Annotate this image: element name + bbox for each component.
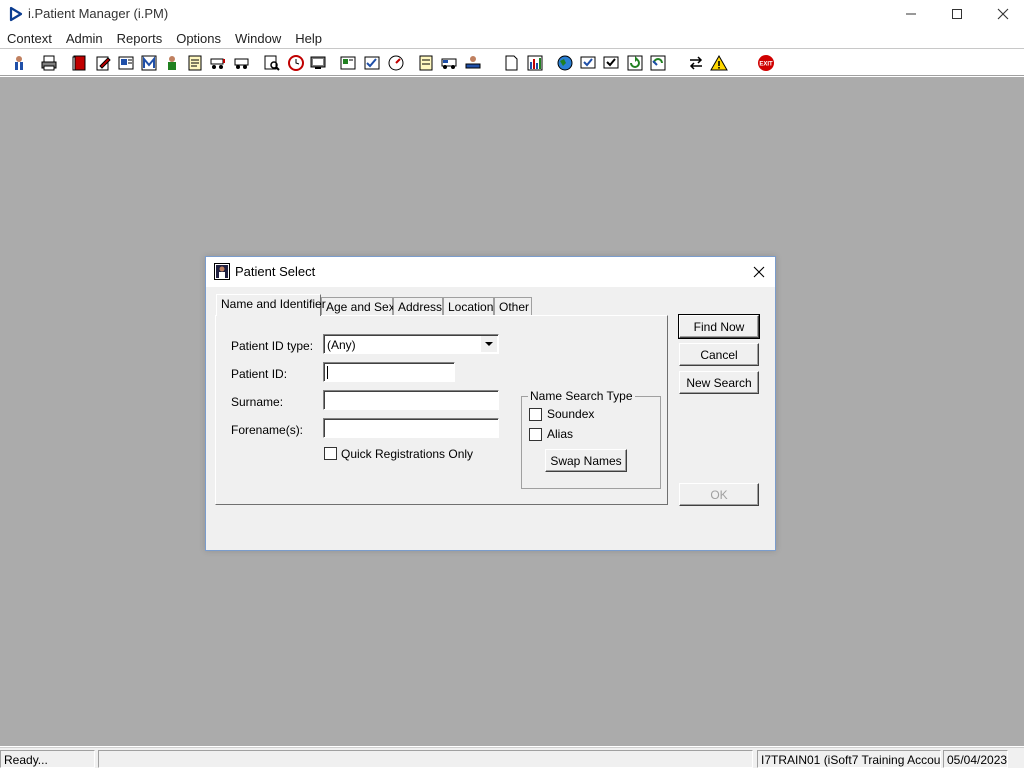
maximize-icon (952, 9, 962, 19)
status-bar: Ready... I7TRAIN01 (iSoft7 Training Acco… (0, 747, 1024, 768)
ambulance-icon[interactable] (438, 52, 460, 74)
exit-icon[interactable]: EXIT (755, 52, 777, 74)
surname-input[interactable] (323, 390, 499, 410)
status-message (98, 750, 753, 768)
quick-registrations-checkbox[interactable] (324, 447, 337, 460)
person-icon[interactable] (161, 52, 183, 74)
tab-other[interactable]: Other (494, 297, 532, 316)
edit-icon[interactable] (92, 52, 114, 74)
tab-panel: Patient ID type: (Any) Patient ID: Surna… (215, 315, 668, 505)
menu-admin[interactable]: Admin (59, 28, 110, 48)
text-caret (327, 366, 328, 379)
search-doc-icon[interactable] (261, 52, 283, 74)
close-icon (997, 8, 1009, 20)
tab-age-and-sex[interactable]: Age and Sex (321, 297, 395, 316)
quick-registrations-label[interactable]: Quick Registrations Only (341, 447, 473, 461)
bed-icon[interactable] (462, 52, 484, 74)
sync-icon[interactable] (647, 52, 669, 74)
status-date: 05/04/2023 (943, 750, 1008, 768)
clock-icon[interactable] (285, 52, 307, 74)
printer-icon[interactable] (38, 52, 60, 74)
forenames-label: Forename(s): (231, 423, 304, 437)
patient-icon[interactable] (8, 52, 30, 74)
close-icon (753, 266, 765, 278)
minimize-button[interactable] (888, 0, 934, 28)
bar-chart-icon[interactable] (524, 52, 546, 74)
name-search-type-title: Name Search Type (528, 389, 635, 403)
dialog-close-button[interactable] (749, 262, 769, 282)
soundex-label[interactable]: Soundex (547, 407, 594, 421)
exit-icon-label: EXIT (759, 62, 773, 68)
page-icon[interactable] (500, 52, 522, 74)
patient-id-type-value: (Any) (327, 338, 356, 352)
patient-select-dialog: Patient Select Name and Identifier Age a… (205, 256, 776, 551)
doc-view-icon[interactable] (337, 52, 359, 74)
patient-id-input[interactable] (323, 362, 455, 382)
app-title: i.Patient Manager (i.PM) (28, 6, 169, 21)
patient-id-label: Patient ID: (231, 367, 288, 381)
list-icon[interactable] (115, 52, 137, 74)
dialog-titlebar: Patient Select (206, 257, 775, 287)
task-icon[interactable] (577, 52, 599, 74)
menu-help[interactable]: Help (288, 28, 329, 48)
cancel-button[interactable]: Cancel (679, 343, 759, 366)
new-search-button[interactable]: New Search (679, 371, 759, 394)
maximize-button[interactable] (934, 0, 980, 28)
menu-context[interactable]: Context (0, 28, 59, 48)
notes-icon[interactable] (415, 52, 437, 74)
compass-icon[interactable] (385, 52, 407, 74)
warning-icon[interactable] (708, 52, 730, 74)
alias-label[interactable]: Alias (547, 427, 573, 441)
menu-options[interactable]: Options (169, 28, 228, 48)
toolbar: EXIT (0, 48, 1024, 76)
transport-icon[interactable] (231, 52, 253, 74)
globe-icon[interactable] (554, 52, 576, 74)
menu-reports[interactable]: Reports (110, 28, 170, 48)
tab-location[interactable]: Location (443, 297, 494, 316)
app-titlebar: i.Patient Manager (i.PM) (0, 0, 1024, 28)
wheelchair-icon[interactable] (207, 52, 229, 74)
chevron-down-icon[interactable] (481, 336, 497, 352)
doc-check-icon[interactable] (361, 52, 383, 74)
menu-bar: Context Admin Reports Options Window Hel… (0, 28, 1024, 48)
patient-id-type-select[interactable]: (Any) (323, 334, 499, 354)
swap-names-button[interactable]: Swap Names (545, 449, 627, 472)
app-play-icon (8, 6, 24, 22)
close-window-button[interactable] (980, 0, 1024, 28)
soundex-checkbox[interactable] (529, 408, 542, 421)
m-icon[interactable] (138, 52, 160, 74)
task-edit-icon[interactable] (600, 52, 622, 74)
find-now-button[interactable]: Find Now (678, 314, 760, 339)
ok-button[interactable]: OK (679, 483, 759, 506)
menu-window[interactable]: Window (228, 28, 288, 48)
name-search-type-group: Name Search Type Soundex Alias Swap Name… (521, 389, 661, 489)
alias-checkbox[interactable] (529, 428, 542, 441)
notepad-icon[interactable] (184, 52, 206, 74)
surname-label: Surname: (231, 395, 284, 409)
transfer-icon[interactable] (685, 52, 707, 74)
patient-id-type-label: Patient ID type: (231, 339, 314, 353)
forenames-input[interactable] (323, 418, 499, 438)
patient-select-icon (214, 263, 230, 280)
status-ready: Ready... (0, 750, 95, 768)
dialog-title: Patient Select (235, 264, 316, 279)
status-account: I7TRAIN01 (iSoft7 Training Account) (757, 750, 941, 768)
tab-address[interactable]: Address (393, 297, 443, 316)
tab-name-and-identifier[interactable]: Name and Identifier (216, 294, 326, 316)
minimize-icon (906, 13, 916, 15)
refresh-icon[interactable] (624, 52, 646, 74)
book-icon[interactable] (68, 52, 90, 74)
monitor-icon[interactable] (307, 52, 329, 74)
